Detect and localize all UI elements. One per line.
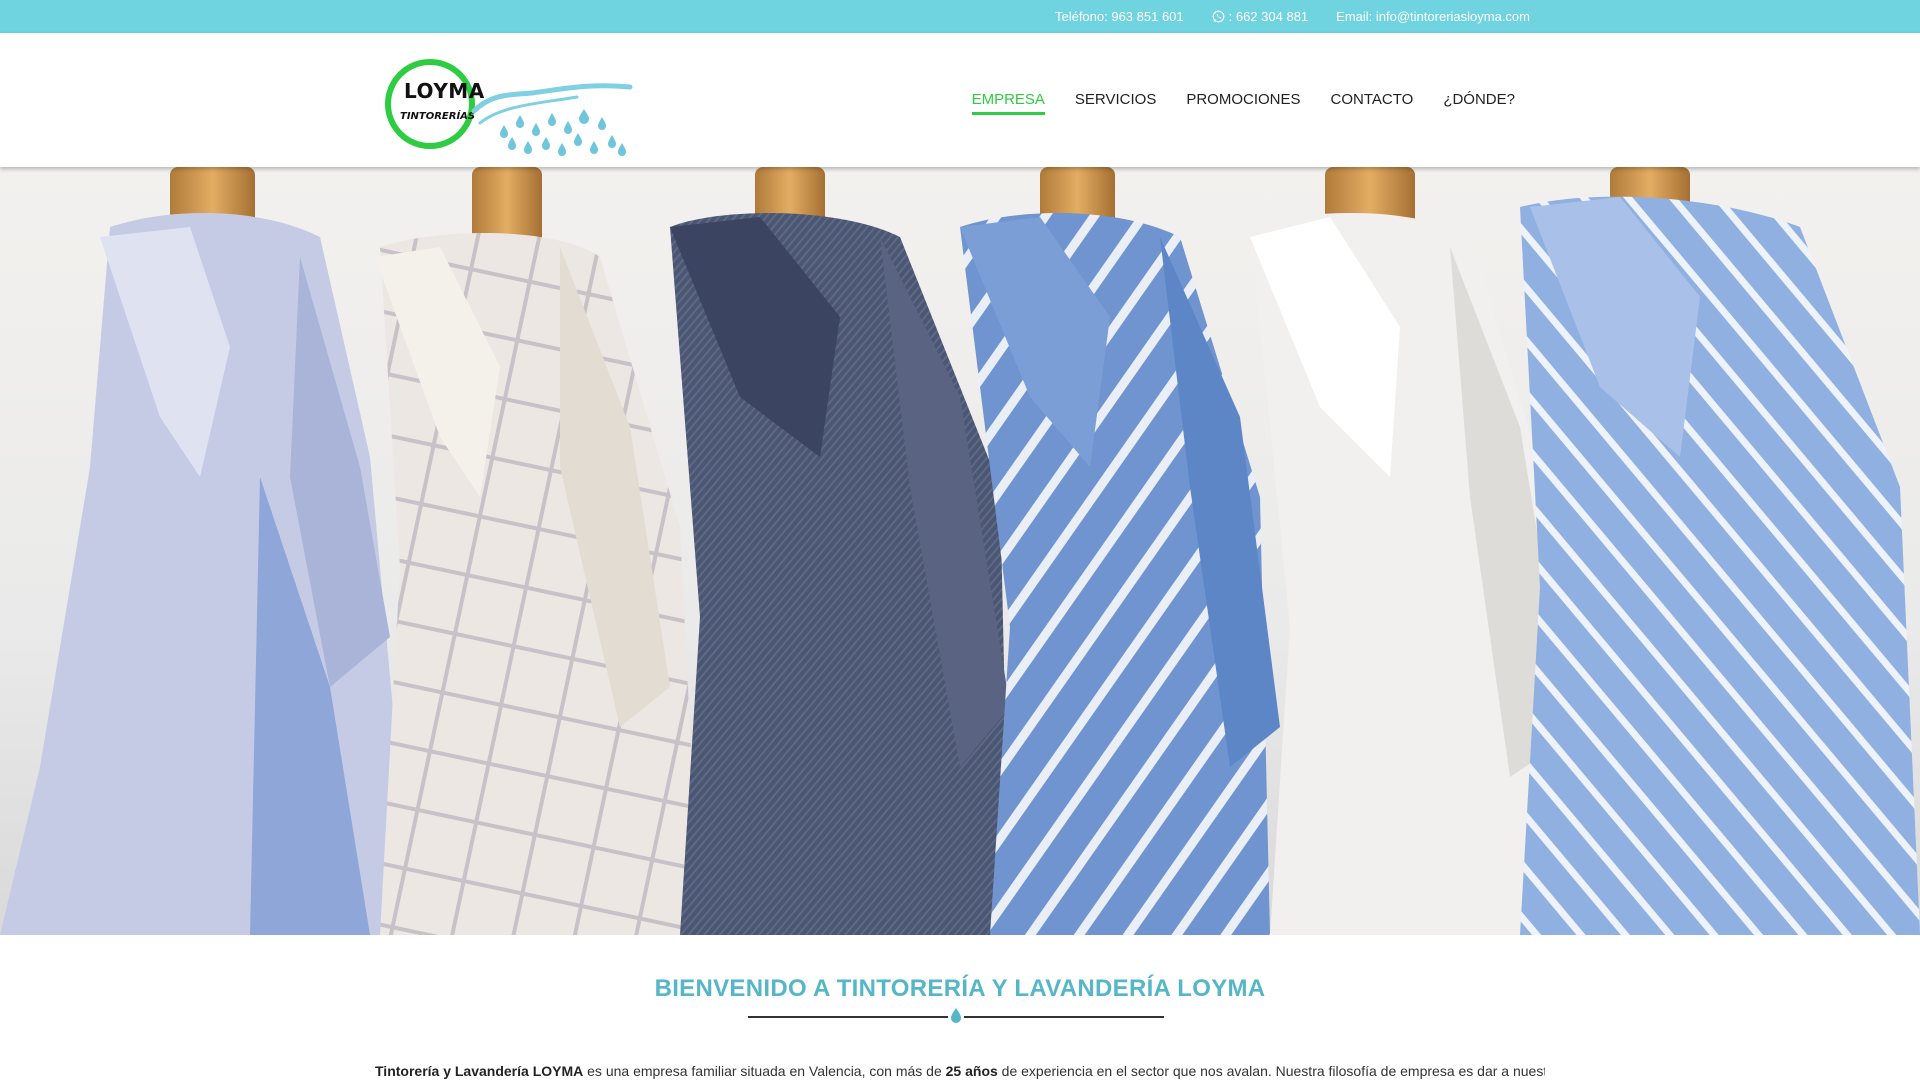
- shirt-light-blue-stripe: [1520, 196, 1920, 935]
- rain-drops-icon: [471, 83, 633, 156]
- nav-item-promociones[interactable]: PROMOCIONES: [1186, 91, 1300, 115]
- nav-item-contacto[interactable]: CONTACTO: [1331, 91, 1414, 115]
- site-header: LOYMA TINTORERÍAS EMPRESA SERVICIOS PROM…: [0, 33, 1920, 167]
- phone-contact[interactable]: Teléfono: 963 851 601: [1055, 9, 1184, 24]
- shirt-cream-check: [375, 233, 700, 935]
- shirts-on-hangers-illustration: [0, 167, 1920, 935]
- nav-item-empresa[interactable]: EMPRESA: [971, 91, 1045, 115]
- whatsapp-contact[interactable]: : 662 304 881: [1212, 9, 1309, 24]
- whatsapp-icon: [1212, 10, 1224, 23]
- site-logo[interactable]: LOYMA TINTORERÍAS: [382, 53, 642, 159]
- shirt-white: [1250, 213, 1570, 935]
- whatsapp-label: : 662 304 881: [1228, 9, 1309, 24]
- shirt-navy: [670, 213, 1010, 935]
- hero-banner-image: [0, 167, 1920, 935]
- top-contact-bar: Teléfono: 963 851 601 : 662 304 881 Emai…: [0, 0, 1920, 33]
- water-drop-icon: [951, 1008, 961, 1023]
- main-navigation: EMPRESA SERVICIOS PROMOCIONES CONTACTO ¿…: [971, 33, 1515, 167]
- nav-item-donde[interactable]: ¿DÓNDE?: [1443, 91, 1515, 115]
- intro-text-2: de experiencia en el sector que nos aval…: [997, 1063, 1545, 1079]
- intro-paragraph: Tintorería y Lavandería LOYMA es una emp…: [375, 1063, 1545, 1079]
- title-divider: [748, 1008, 1164, 1023]
- email-label: Email: info@tintoreriasloyma.com: [1336, 9, 1530, 24]
- phone-label: Teléfono: 963 851 601: [1054, 9, 1184, 24]
- welcome-title: BIENVENIDO A TINTORERÍA Y LAVANDERÍA LOY…: [654, 975, 1266, 1002]
- shirt-lavender: [0, 213, 410, 935]
- nav-item-servicios[interactable]: SERVICIOS: [1075, 91, 1156, 115]
- intro-bold-years: 25 años: [945, 1063, 998, 1079]
- intro-text-1: es una empresa familiar situada en Valen…: [583, 1063, 946, 1079]
- shirt-blue-stripe: [960, 213, 1280, 935]
- intro-bold-company: Tintorería y Lavandería LOYMA: [375, 1063, 584, 1079]
- email-contact[interactable]: Email: info@tintoreriasloyma.com: [1336, 9, 1530, 24]
